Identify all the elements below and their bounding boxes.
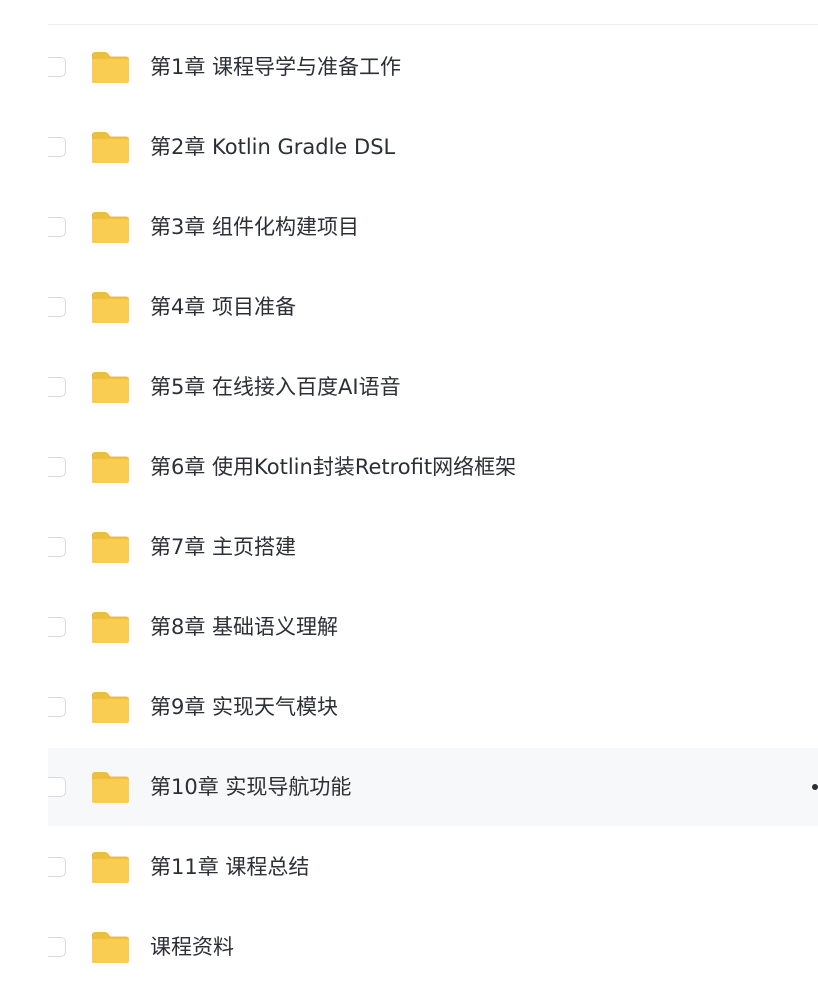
folder-name[interactable]: 课程资料 <box>150 908 234 986</box>
folder-row[interactable]: 课程资料 <box>48 908 818 986</box>
more-options-icon[interactable] <box>812 784 818 790</box>
folder-row[interactable]: 第8章 基础语义理解 <box>48 588 818 666</box>
folder-row[interactable]: 第1章 课程导学与准备工作 <box>48 28 818 106</box>
folder-icon <box>90 851 130 884</box>
folder-icon <box>90 931 130 964</box>
row-checkbox[interactable] <box>48 937 66 957</box>
row-checkbox[interactable] <box>48 217 66 237</box>
folder-icon <box>90 131 130 164</box>
folder-icon <box>90 371 130 404</box>
row-checkbox[interactable] <box>48 617 66 637</box>
row-checkbox[interactable] <box>48 297 66 317</box>
folder-name[interactable]: 第8章 基础语义理解 <box>150 588 338 666</box>
folder-name[interactable]: 第6章 使用Kotlin封装Retrofit网络框架 <box>150 428 516 506</box>
folder-icon <box>90 771 130 804</box>
folder-name[interactable]: 第5章 在线接入百度AI语音 <box>150 348 401 426</box>
row-checkbox[interactable] <box>48 57 66 77</box>
folder-name[interactable]: 第10章 实现导航功能 <box>150 748 351 826</box>
folder-name[interactable]: 第1章 课程导学与准备工作 <box>150 28 401 106</box>
row-checkbox[interactable] <box>48 777 66 797</box>
folder-row[interactable]: 第6章 使用Kotlin封装Retrofit网络框架 <box>48 428 818 506</box>
folder-name[interactable]: 第3章 组件化构建项目 <box>150 188 359 266</box>
folder-row[interactable]: 第7章 主页搭建 <box>48 508 818 586</box>
folder-icon <box>90 451 130 484</box>
folder-icon <box>90 531 130 564</box>
folder-row[interactable]: 第5章 在线接入百度AI语音 <box>48 348 818 426</box>
row-checkbox[interactable] <box>48 697 66 717</box>
folder-row[interactable]: 第2章 Kotlin Gradle DSL <box>48 108 818 186</box>
row-checkbox[interactable] <box>48 857 66 877</box>
row-checkbox[interactable] <box>48 457 66 477</box>
top-divider <box>48 24 818 25</box>
folder-row[interactable]: 第11章 课程总结 <box>48 828 818 906</box>
folder-row[interactable]: 第3章 组件化构建项目 <box>48 188 818 266</box>
folder-icon <box>90 51 130 84</box>
folder-name[interactable]: 第9章 实现天气模块 <box>150 668 338 746</box>
folder-icon <box>90 611 130 644</box>
folder-row[interactable]: 第4章 项目准备 <box>48 268 818 346</box>
file-list: 第1章 课程导学与准备工作 第2章 Kotlin Gradle DSL 第3章 组件… <box>0 0 818 966</box>
row-checkbox[interactable] <box>48 537 66 557</box>
row-checkbox[interactable] <box>48 137 66 157</box>
folder-row[interactable]: 第9章 实现天气模块 <box>48 668 818 746</box>
folder-name[interactable]: 第11章 课程总结 <box>150 828 309 906</box>
folder-name[interactable]: 第4章 项目准备 <box>150 268 296 346</box>
folder-icon <box>90 211 130 244</box>
row-checkbox[interactable] <box>48 377 66 397</box>
folder-row[interactable]: 第10章 实现导航功能 <box>48 748 818 826</box>
folder-icon <box>90 691 130 724</box>
folder-icon <box>90 291 130 324</box>
folder-name[interactable]: 第2章 Kotlin Gradle DSL <box>150 108 395 186</box>
folder-name[interactable]: 第7章 主页搭建 <box>150 508 296 586</box>
